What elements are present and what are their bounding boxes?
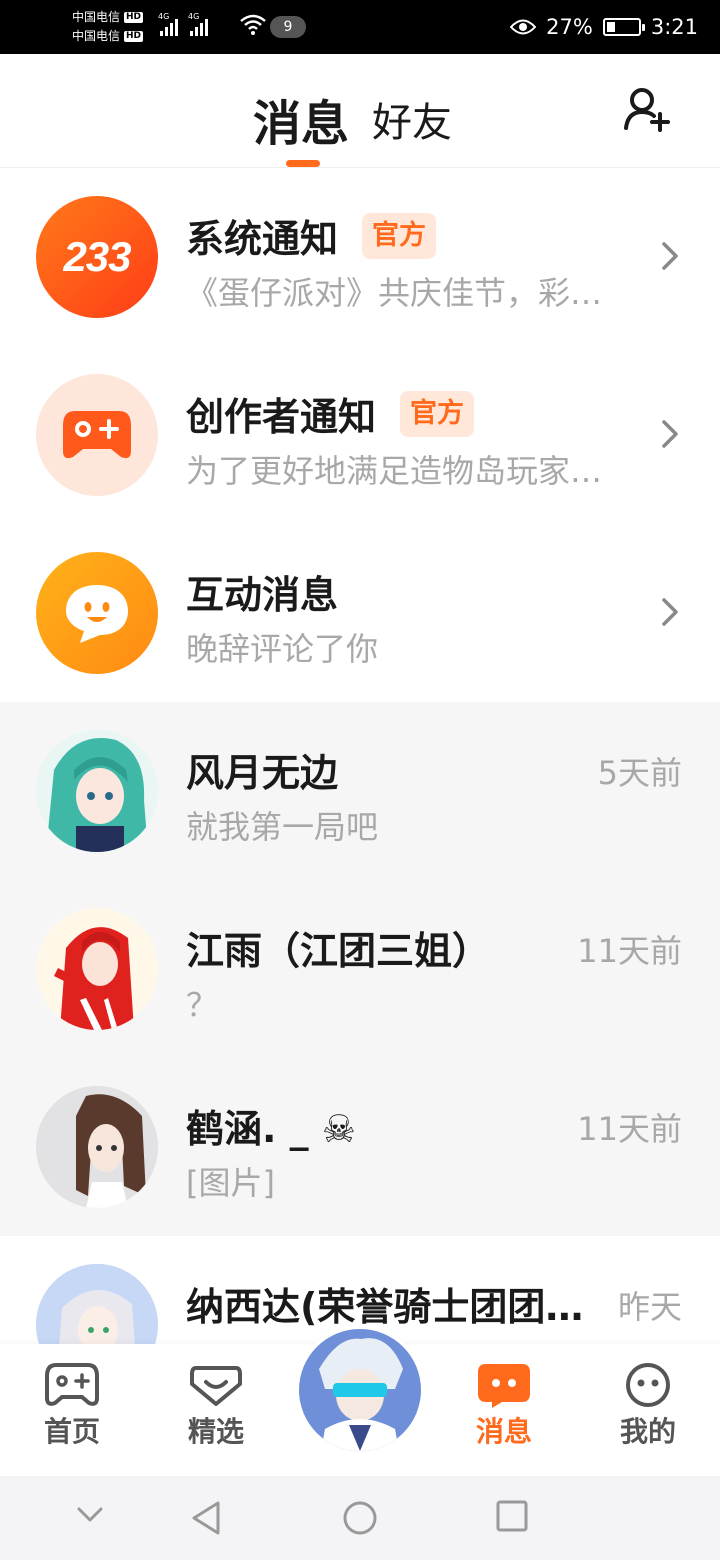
battery-icon xyxy=(602,18,645,36)
chat-name: 鹤涵. _ ☠ xyxy=(186,1107,356,1151)
center-avatar-button[interactable] xyxy=(296,1326,424,1454)
signal-icons: 4G 4G xyxy=(158,12,208,36)
interaction-messages-avatar xyxy=(36,552,158,674)
chevron-down-icon[interactable] xyxy=(76,1506,104,1524)
status-right: 27% 3:21 xyxy=(510,0,698,54)
official-badge: 官方 xyxy=(362,212,437,259)
nav-messages[interactable]: 消息 xyxy=(454,1362,554,1450)
add-friend-icon[interactable] xyxy=(622,84,674,136)
avatar-logo-text: 233 xyxy=(63,233,131,280)
system-notification-avatar: 233 xyxy=(36,196,158,318)
row-title: 创作者通知 官方 xyxy=(186,386,475,441)
creator-notification-avatar xyxy=(36,374,158,496)
user-avatar xyxy=(36,1264,158,1344)
nav-home-label: 首页 xyxy=(43,1415,100,1448)
nav-home[interactable]: 首页 xyxy=(22,1362,122,1450)
user-avatar xyxy=(36,1086,158,1208)
chat-row[interactable]: 鹤涵. _ ☠ [图片] 11天前 xyxy=(0,1058,720,1236)
chat-preview: ？ xyxy=(186,986,219,1024)
signal-strength-icon: 4G xyxy=(188,12,208,36)
chat-row[interactable]: 风月无边 就我第一局吧 5天前 xyxy=(0,702,720,880)
row-title: 互动消息 xyxy=(186,564,338,619)
carrier-2: 中国电信 xyxy=(72,29,121,43)
chat-bubble-icon xyxy=(66,585,128,643)
row-title: 系统通知 官方 xyxy=(186,208,437,263)
user-avatar xyxy=(36,908,158,1030)
system-notification-row[interactable]: 233 系统通知 官方 《蛋仔派对》共庆佳节，彩… xyxy=(0,168,720,346)
back-icon[interactable] xyxy=(190,1500,222,1536)
heart-box-icon xyxy=(190,1366,242,1406)
hd-badge: HD xyxy=(124,31,144,42)
chat-time: 11天前 xyxy=(577,1110,682,1148)
row-preview: 《蛋仔派对》共庆佳节，彩… xyxy=(186,274,603,312)
chat-preview: [图片] xyxy=(186,1164,275,1202)
gamepad-icon xyxy=(63,411,131,459)
nav-messages-label: 消息 xyxy=(475,1415,532,1448)
chat-time: 昨天 xyxy=(617,1288,682,1326)
row-title-text: 系统通知 xyxy=(186,217,339,261)
chat-row[interactable]: 江雨（江团三姐） ？ 11天前 xyxy=(0,880,720,1058)
gamepad-icon xyxy=(45,1363,99,1406)
status-bar: 中国电信 HD 中国电信 HD 4G 4G 9 27% 3:21 xyxy=(0,0,720,54)
chat-name: 风月无边 xyxy=(186,751,339,795)
recents-square-icon[interactable] xyxy=(496,1500,528,1532)
row-preview: 为了更好地满足造物岛玩家… xyxy=(186,452,603,490)
creator-notification-row[interactable]: 创作者通知 官方 为了更好地满足造物岛玩家… xyxy=(0,346,720,524)
clock: 3:21 xyxy=(650,15,698,39)
system-navigation-bar xyxy=(0,1476,720,1560)
wifi-icon xyxy=(240,14,266,35)
chevron-right-icon xyxy=(662,420,678,448)
nav-featured-label: 精选 xyxy=(187,1415,244,1448)
smiley-face-icon xyxy=(626,1363,670,1407)
chat-bubble-icon xyxy=(478,1364,530,1408)
notification-count-badge: 9 xyxy=(270,16,306,38)
eye-comfort-icon xyxy=(510,19,537,35)
interaction-messages-row[interactable]: 互动消息 晚辞评论了你 xyxy=(0,524,720,702)
battery-percent: 27% xyxy=(546,15,593,39)
chat-preview: 就我第一局吧 xyxy=(186,808,379,846)
chat-time: 5天前 xyxy=(597,754,682,792)
chat-name: 江雨（江团三姐） xyxy=(186,929,491,973)
nav-mine[interactable]: 我的 xyxy=(598,1362,698,1450)
chevron-right-icon xyxy=(662,242,678,270)
tab-indicator xyxy=(286,160,320,167)
battery-fill xyxy=(606,22,615,32)
tab-messages[interactable]: 消息 xyxy=(253,84,349,154)
carrier-1: 中国电信 xyxy=(72,10,121,24)
row-preview: 晚辞评论了你 xyxy=(186,630,379,668)
hd-badge: HD xyxy=(124,12,144,23)
tab-friends[interactable]: 好友 xyxy=(372,90,452,148)
row-title-text: 创作者通知 xyxy=(186,395,377,439)
nav-featured[interactable]: 精选 xyxy=(166,1362,266,1450)
official-badge: 官方 xyxy=(400,390,475,437)
nav-mine-label: 我的 xyxy=(619,1415,676,1448)
chat-name: 纳西达(荣誉骑士团团… xyxy=(186,1285,584,1329)
home-circle-icon[interactable] xyxy=(342,1500,378,1536)
row-title-text: 互动消息 xyxy=(186,573,339,617)
carrier-info: 中国电信 HD 中国电信 HD xyxy=(72,8,144,46)
user-avatar xyxy=(36,730,158,852)
chevron-right-icon xyxy=(662,598,678,626)
signal-strength-icon: 4G xyxy=(158,12,178,36)
chat-time: 11天前 xyxy=(577,932,682,970)
top-header: 消息 好友 xyxy=(0,54,720,168)
